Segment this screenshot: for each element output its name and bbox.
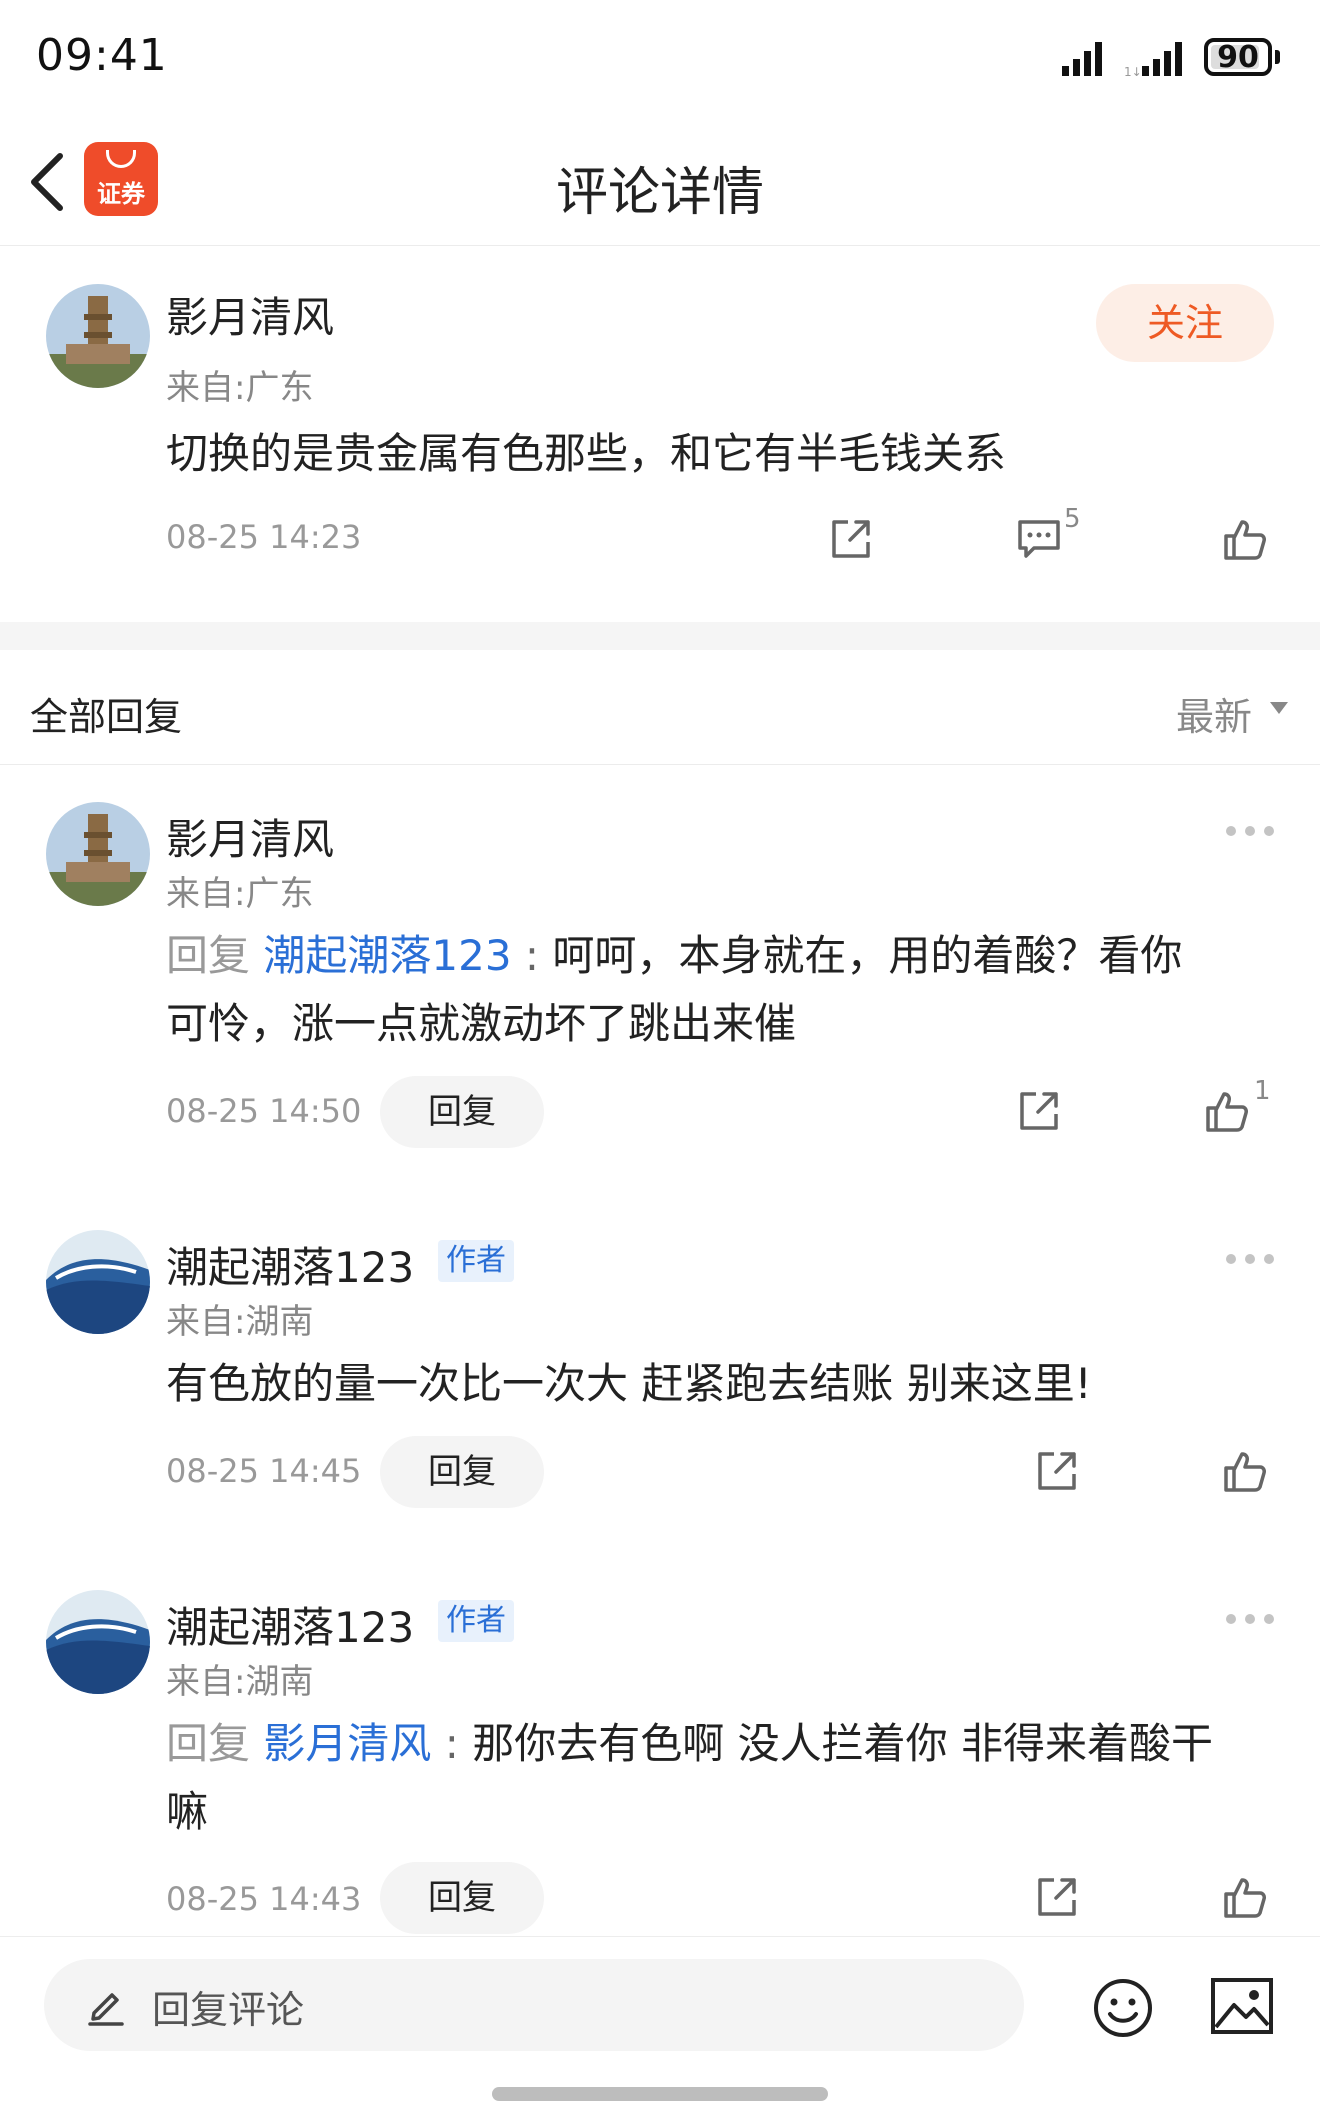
author-badge: 作者 [438, 1600, 514, 1642]
battery-level: 90 [1217, 40, 1259, 75]
replies-title: 全部回复 [30, 695, 183, 739]
reply-timestamp: 08-25 14:43 [166, 1880, 362, 1918]
sort-dropdown[interactable]: 最新 [1176, 686, 1252, 741]
nav-bar: 证券 评论详情 [0, 120, 1320, 246]
bottom-bar: 回复评论 [0, 1936, 1320, 2120]
section-divider [0, 622, 1320, 650]
chevron-down-icon[interactable] [1270, 702, 1288, 714]
reply-content: 回复 潮起潮落123 : 呵呵，本身就在，用的着酸？看你 可怜，涨一点就激动坏了… [166, 931, 1183, 1048]
page-title: 评论详情 [555, 163, 764, 223]
reply-input[interactable]: 回复评论 [44, 1959, 1024, 2051]
like-icon[interactable] [1222, 1874, 1268, 1920]
battery-icon: 90 [1204, 38, 1272, 76]
reply-timestamp: 08-25 14:45 [166, 1452, 362, 1490]
username[interactable]: 潮起潮落123 [166, 1234, 414, 1295]
share-icon[interactable] [1034, 1874, 1080, 1920]
comment-count: 5 [1064, 504, 1081, 534]
follow-button[interactable]: 关注 [1096, 284, 1274, 362]
reply-content: 有色放的量一次比一次大 赶紧跑去结账 别来这里! [166, 1359, 1092, 1408]
like-icon[interactable] [1222, 1448, 1268, 1494]
emoji-icon[interactable] [1092, 1977, 1154, 2039]
reply-content: 回复 影月清风 : 那你去有色啊 没人拦着你 非得来着酸干 嘛 [166, 1719, 1213, 1836]
reply-timestamp: 08-25 14:50 [166, 1092, 362, 1130]
comment-content: 切换的是贵金属有色那些，和它有半毛钱关系 [166, 429, 1007, 478]
signal-2-icon: 1↓ [1124, 42, 1182, 78]
comment-icon[interactable] [1016, 516, 1062, 562]
reply-item: 影月清风 来自:广东 回复 潮起潮落123 : 呵呵，本身就在，用的着酸？看你 … [0, 766, 1320, 1166]
location: 来自:广东 [166, 874, 314, 914]
status-bar: 09:41 1↓ 90 [0, 0, 1320, 118]
author-badge: 作者 [438, 1240, 514, 1282]
like-icon[interactable] [1222, 516, 1268, 562]
like-icon[interactable] [1204, 1088, 1250, 1134]
more-icon[interactable] [1226, 826, 1274, 838]
replies-header: 全部回复 最新 [0, 650, 1320, 765]
like-count: 1 [1254, 1076, 1271, 1106]
more-icon[interactable] [1226, 1254, 1274, 1266]
share-icon[interactable] [1016, 1088, 1062, 1134]
reply-button[interactable]: 回复 [380, 1076, 544, 1148]
mention-link[interactable]: 影月清风 [263, 1719, 431, 1768]
avatar[interactable] [46, 284, 150, 388]
location: 来自:湖南 [166, 1662, 314, 1702]
reply-button[interactable]: 回复 [380, 1862, 544, 1934]
avatar[interactable] [46, 1230, 150, 1334]
image-icon[interactable] [1210, 1977, 1274, 2035]
reply-item: 潮起潮落123 作者 来自:湖南 有色放的量一次比一次大 赶紧跑去结账 别来这里… [0, 1194, 1320, 1534]
location: 来自:广东 [166, 368, 314, 408]
home-indicator [492, 2087, 828, 2101]
mention-link[interactable]: 潮起潮落123 [263, 931, 511, 980]
username[interactable]: 影月清风 [166, 284, 334, 345]
status-time: 09:41 [36, 30, 168, 81]
reply-item: 潮起潮落123 作者 来自:湖南 回复 影月清风 : 那你去有色啊 没人拦着你 … [0, 1554, 1320, 1934]
reply-button[interactable]: 回复 [380, 1436, 544, 1508]
location: 来自:湖南 [166, 1302, 314, 1342]
reply-input-placeholder: 回复评论 [152, 1988, 305, 2032]
avatar[interactable] [46, 802, 150, 906]
svg-text:1↓: 1↓ [1124, 65, 1142, 78]
share-icon[interactable] [828, 516, 874, 562]
main-comment: 影月清风 来自:广东 关注 切换的是贵金属有色那些，和它有半毛钱关系 08-25… [0, 246, 1320, 622]
avatar[interactable] [46, 1590, 150, 1694]
share-icon[interactable] [1034, 1448, 1080, 1494]
username[interactable]: 潮起潮落123 [166, 1594, 414, 1655]
pencil-icon [88, 1993, 124, 2026]
more-icon[interactable] [1226, 1614, 1274, 1626]
comment-timestamp: 08-25 14:23 [166, 518, 362, 556]
username[interactable]: 影月清风 [166, 806, 334, 867]
signal-icon [1062, 42, 1102, 76]
